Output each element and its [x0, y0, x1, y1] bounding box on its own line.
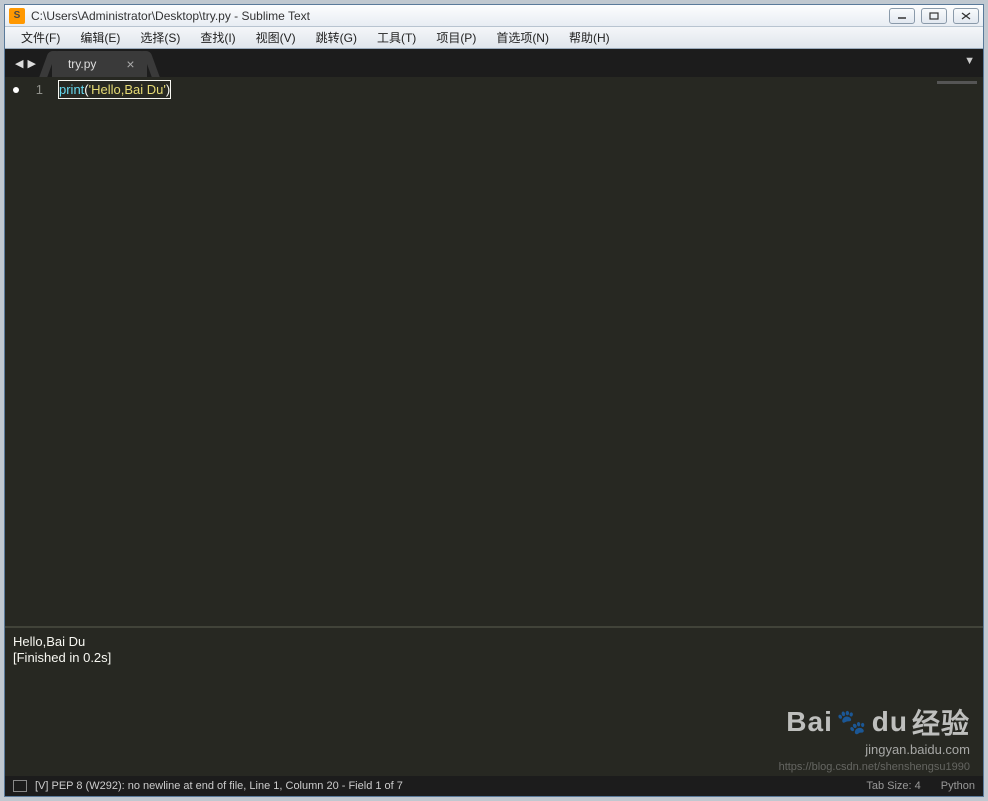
token-paren-close: )	[166, 82, 170, 97]
minimize-icon	[897, 12, 907, 20]
maximize-button[interactable]	[921, 8, 947, 24]
editor-area[interactable]: 1 print('Hello,Bai Du')	[5, 77, 983, 626]
menu-find[interactable]: 查找(I)	[190, 27, 245, 48]
menu-view[interactable]: 视图(V)	[246, 27, 306, 48]
line-number: 1	[36, 81, 43, 98]
minimap-content-icon	[937, 81, 977, 84]
titlebar[interactable]: S C:\Users\Administrator\Desktop\try.py …	[5, 5, 983, 27]
status-language[interactable]: Python	[941, 780, 975, 792]
app-icon: S	[9, 8, 25, 24]
close-button[interactable]	[953, 8, 979, 24]
app-window: S C:\Users\Administrator\Desktop\try.py …	[4, 4, 984, 797]
menu-tools[interactable]: 工具(T)	[367, 27, 426, 48]
menu-project[interactable]: 项目(P)	[426, 27, 486, 48]
status-right: Tab Size: 4 Python	[866, 780, 975, 792]
window-title: C:\Users\Administrator\Desktop\try.py - …	[25, 9, 889, 23]
token-function: print	[59, 82, 84, 97]
menu-goto[interactable]: 跳转(G)	[306, 27, 367, 48]
menu-prefs[interactable]: 首选项(N)	[486, 27, 559, 48]
statusbar: [V] PEP 8 (W292): no newline at end of f…	[5, 776, 983, 796]
code-pane[interactable]: print('Hello,Bai Du')	[51, 77, 873, 626]
status-message: [V] PEP 8 (W292): no newline at end of f…	[35, 780, 403, 792]
token-string: 'Hello,Bai Du'	[89, 82, 166, 97]
tab-dropdown-icon[interactable]: ▼	[964, 55, 975, 67]
console-line: [Finished in 0.2s]	[13, 650, 975, 666]
build-output[interactable]: Hello,Bai Du [Finished in 0.2s]	[5, 626, 983, 776]
console-line: Hello,Bai Du	[13, 634, 975, 650]
tabbar: ◀ ▶ try.py × ▼	[5, 49, 983, 77]
dirty-indicator-icon	[13, 87, 19, 93]
tab-prev-icon[interactable]: ◀	[13, 57, 25, 70]
menu-file[interactable]: 文件(F)	[11, 27, 70, 48]
window-controls	[889, 8, 979, 24]
tab-next-icon[interactable]: ▶	[25, 57, 37, 70]
minimap[interactable]	[873, 77, 983, 626]
menubar: 文件(F) 编辑(E) 选择(S) 查找(I) 视图(V) 跳转(G) 工具(T…	[5, 27, 983, 49]
gutter: 1	[5, 77, 51, 626]
menu-edit[interactable]: 编辑(E)	[70, 27, 130, 48]
menu-help[interactable]: 帮助(H)	[559, 27, 620, 48]
status-panel-icon[interactable]	[13, 780, 27, 792]
tab-label: try.py	[68, 57, 96, 71]
code-line-1: print('Hello,Bai Du')	[59, 81, 873, 98]
close-icon	[961, 12, 971, 20]
tab-close-icon[interactable]: ×	[126, 56, 134, 72]
editor-chrome: ◀ ▶ try.py × ▼ 1 print('Hello,Bai Du')	[5, 49, 983, 796]
minimize-button[interactable]	[889, 8, 915, 24]
tab-trypy[interactable]: try.py ×	[52, 51, 147, 77]
maximize-icon	[929, 12, 939, 20]
status-left: [V] PEP 8 (W292): no newline at end of f…	[13, 780, 856, 792]
gutter-line-1: 1	[5, 81, 43, 98]
status-tabsize[interactable]: Tab Size: 4	[866, 780, 920, 792]
menu-select[interactable]: 选择(S)	[130, 27, 190, 48]
